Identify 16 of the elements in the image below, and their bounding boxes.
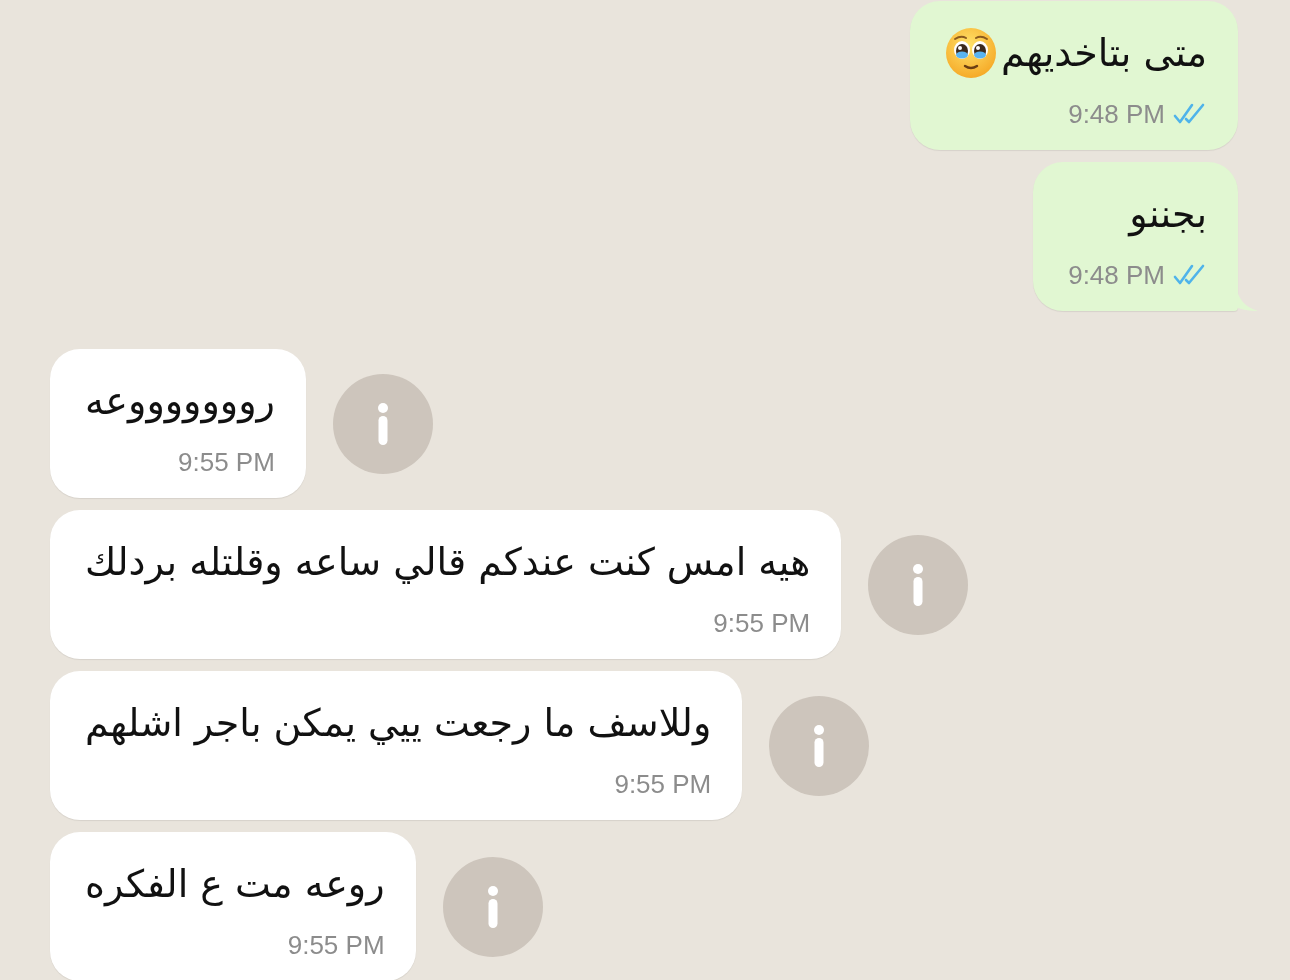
info-icon [814,724,825,767]
message-text: بجننو [1129,191,1207,239]
message-text: روعه مت ع الفكره [85,861,385,909]
info-icon [487,885,498,928]
message-time: 9:55 PM [614,768,712,801]
message-text: متى بتاخديهم [1001,30,1207,77]
message-text: روووووووعه [85,378,275,426]
message-text: هيه امس كنت عندكم قالي ساعه وقلتله بردلك [85,539,811,587]
message-time: 9:48 PM [1068,259,1165,292]
message-text: وللاسف ما رجعت ييي يمكن باجر اشلهم [85,700,712,748]
message-time: 9:55 PM [178,446,275,479]
info-icon [377,402,388,445]
message-time: 9:48 PM [1068,98,1165,131]
message-time: 9:55 PM [713,607,811,640]
info-icon [913,563,924,606]
message-time: 9:55 PM [287,929,385,962]
